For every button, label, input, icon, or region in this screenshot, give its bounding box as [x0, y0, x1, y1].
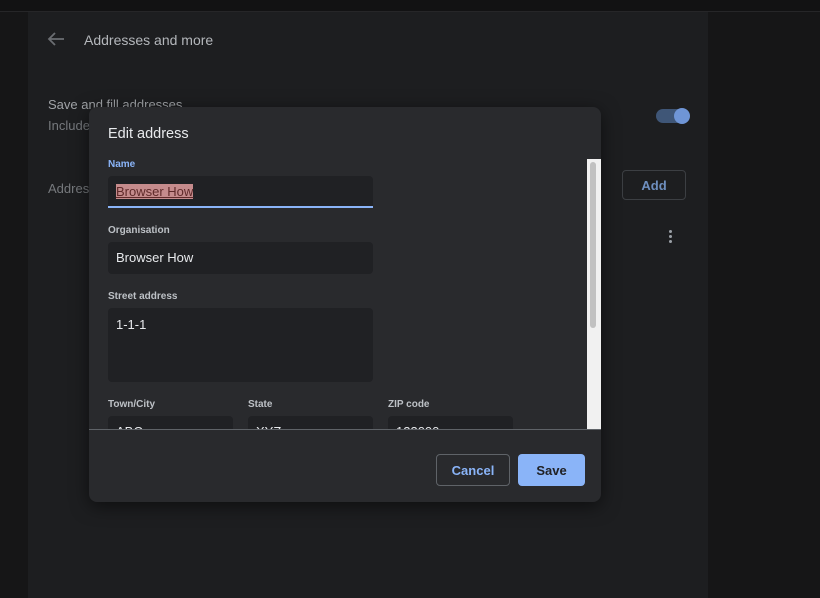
- dialog-title: Edit address: [108, 126, 189, 142]
- more-actions-icon[interactable]: [664, 228, 676, 246]
- name-label: Name: [108, 159, 136, 170]
- cancel-button[interactable]: Cancel: [436, 454, 510, 486]
- organisation-label: Organisation: [108, 225, 170, 236]
- name-field[interactable]: Browser How: [108, 176, 373, 208]
- save-button[interactable]: Save: [518, 454, 585, 486]
- page-header: Addresses and more: [28, 12, 708, 68]
- dialog-divider: [89, 429, 601, 430]
- save-fill-addresses-sublabel: Include: [48, 118, 90, 133]
- toggle-knob: [674, 108, 690, 124]
- save-fill-addresses-toggle[interactable]: [656, 108, 690, 124]
- zip-code-field[interactable]: 123000: [388, 416, 513, 429]
- scrollbar-thumb[interactable]: [590, 162, 596, 328]
- town-city-field[interactable]: ABC: [108, 416, 233, 429]
- back-arrow-icon[interactable]: [46, 31, 66, 47]
- name-field-value: Browser How: [116, 184, 194, 199]
- dialog-scroll-area[interactable]: Name Browser How Organisation Browser Ho…: [89, 159, 601, 429]
- addresses-section-label: Addres: [48, 181, 90, 196]
- top-bar: [0, 0, 820, 12]
- dialog-scrollbar[interactable]: [587, 159, 601, 429]
- town-city-label: Town/City: [108, 399, 156, 410]
- organisation-field[interactable]: Browser How: [108, 242, 373, 274]
- street-address-field[interactable]: 1-1-1: [108, 308, 373, 382]
- street-address-label: Street address: [108, 291, 178, 302]
- state-field[interactable]: XYZ: [248, 416, 373, 429]
- add-address-button[interactable]: Add: [622, 170, 686, 200]
- page-title: Addresses and more: [84, 32, 214, 48]
- edit-address-dialog: Edit address Name Browser How Organisati…: [89, 107, 601, 502]
- zip-code-label: ZIP code: [388, 399, 430, 410]
- state-label: State: [248, 399, 273, 410]
